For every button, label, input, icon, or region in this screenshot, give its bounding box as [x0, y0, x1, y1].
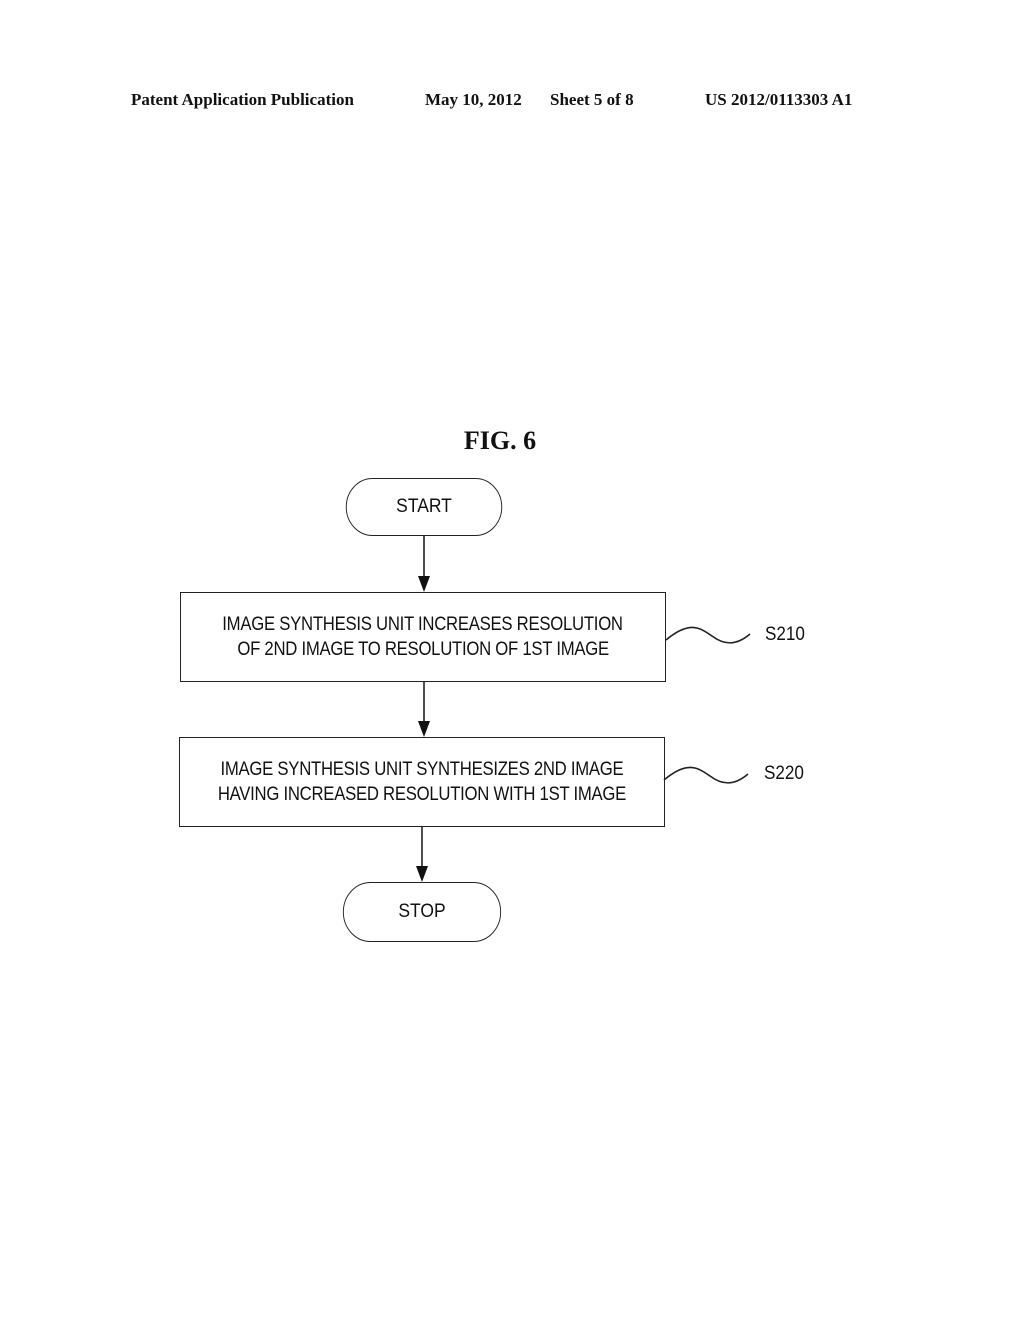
stop-terminal: STOP — [342, 882, 502, 942]
step-text-line: IMAGE SYNTHESIS UNIT SYNTHESIZES 2ND IMA… — [220, 759, 624, 780]
leader-s210 — [665, 626, 751, 644]
step-box-s210: IMAGE SYNTHESIS UNIT INCREASES RESOLUTIO… — [180, 592, 666, 682]
arrowhead-s210 — [418, 576, 430, 592]
step-text-line: IMAGE SYNTHESIS UNIT INCREASES RESOLUTIO… — [222, 614, 624, 635]
stop-label: STOP — [398, 901, 446, 922]
leader-s220 — [663, 766, 749, 784]
arrowhead-s220 — [418, 721, 430, 737]
step-text-line: OF 2ND IMAGE TO RESOLUTION OF 1ST IMAGE — [237, 639, 609, 660]
step-text-line: HAVING INCREASED RESOLUTION WITH 1ST IMA… — [217, 784, 627, 805]
step-label-s210: S210 — [765, 624, 805, 645]
step-box-s220: IMAGE SYNTHESIS UNIT SYNTHESIZES 2ND IMA… — [179, 737, 665, 827]
start-label: START — [396, 496, 452, 517]
step-label-s220: S220 — [764, 763, 804, 784]
arrowhead-stop — [416, 866, 428, 882]
start-terminal: START — [345, 478, 503, 536]
